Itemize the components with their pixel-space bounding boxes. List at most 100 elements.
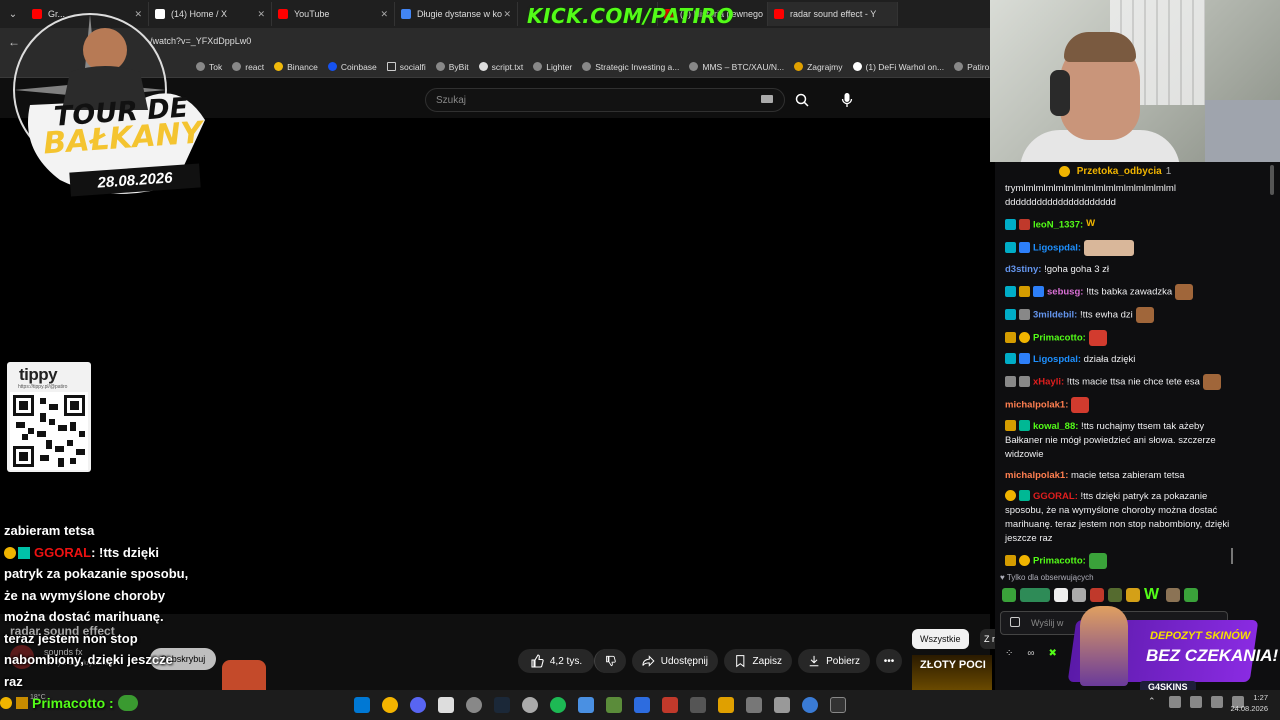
search-input[interactable]: Szukaj <box>425 88 785 112</box>
share-button[interactable]: Udostępnij <box>632 649 718 673</box>
app-icon[interactable] <box>774 697 790 713</box>
chat-badge-icon <box>1005 375 1016 387</box>
followers-only-label: Tylko dla obserwujących <box>1006 573 1094 582</box>
like-button[interactable]: 4,2 tys. <box>518 649 594 673</box>
emote-icon[interactable] <box>1166 588 1180 602</box>
chat-username[interactable]: michalpolak1: <box>1005 470 1068 481</box>
app-icon[interactable] <box>746 697 762 713</box>
globe-icon <box>689 62 699 71</box>
file-explorer-icon[interactable] <box>718 697 734 713</box>
settings-dots-icon[interactable]: ⁘ <box>1005 648 1013 659</box>
share-label: Udostępnij <box>660 655 708 667</box>
close-tab-icon[interactable]: ✕ <box>380 9 388 20</box>
close-tab-icon[interactable]: ✕ <box>503 9 511 20</box>
followers-only-notice: ♥ Tylko dla obserwujących <box>1000 573 1094 582</box>
app-icon[interactable] <box>802 697 818 713</box>
bookmark[interactable]: Strategic Investing a... <box>582 62 679 72</box>
weather-widget[interactable]: 18°C <box>30 694 46 701</box>
refresh-app-icon[interactable] <box>522 697 538 713</box>
display-icon[interactable] <box>1211 696 1223 708</box>
bookmark[interactable]: Coinbase <box>327 62 377 72</box>
browser-tab-active[interactable]: radar sound effect - Y <box>768 2 898 26</box>
overlay-chat-line: można dostać marihuanę. <box>4 609 164 624</box>
save-button[interactable]: Zapisz <box>724 649 792 673</box>
app-icon[interactable] <box>690 697 706 713</box>
bookmark-label: Strategic Investing a... <box>595 61 680 72</box>
windows-start-icon[interactable] <box>354 697 370 713</box>
w-emote-icon[interactable]: W <box>1144 587 1162 603</box>
chat-emote-icon <box>1084 240 1135 256</box>
chat-username[interactable]: GGORAL: <box>1033 491 1078 502</box>
chat-username[interactable]: michalpolak1: <box>1005 400 1068 411</box>
infinity-icon[interactable]: ∞ <box>1027 648 1034 659</box>
emote-picker-icon[interactable] <box>1010 617 1020 627</box>
emote-icon[interactable] <box>1020 588 1050 602</box>
more-actions-button[interactable]: ••• <box>876 649 902 673</box>
chat-username[interactable]: xHayli: <box>1033 377 1064 388</box>
steam-icon[interactable] <box>494 697 510 713</box>
bookmark[interactable]: (1) DeFi Warhol on... <box>852 62 944 72</box>
overlay-chat-line: patryk za pokazanie sposobu, <box>4 566 189 581</box>
chat-username[interactable]: Primacotto: <box>1033 333 1086 344</box>
browser-tab[interactable]: Długie dystanse w ko ✕ <box>395 2 518 26</box>
chat-username[interactable]: Primacotto: <box>1033 556 1086 567</box>
bookmark[interactable]: Zagrajmy <box>794 62 843 72</box>
x-app-icon[interactable] <box>634 697 650 713</box>
obs-icon[interactable] <box>466 697 482 713</box>
chevron-up-icon[interactable]: ⌃ <box>1148 696 1160 708</box>
emote-icon[interactable] <box>1002 588 1016 602</box>
keyboard-icon[interactable] <box>761 95 773 103</box>
app-icon[interactable] <box>606 697 622 713</box>
chrome-icon[interactable] <box>382 697 398 713</box>
chat-username[interactable]: Ligospdal: <box>1033 354 1081 365</box>
chat-username[interactable]: 3mildebil: <box>1033 310 1077 321</box>
app-icon[interactable] <box>438 697 454 713</box>
chat-badge-icon <box>1019 490 1030 501</box>
chat-badge-icon <box>1019 420 1030 431</box>
download-button[interactable]: Pobierz <box>798 649 870 673</box>
coin-badge-icon <box>4 547 16 560</box>
chat-badge-icon <box>1005 308 1016 320</box>
bookmark[interactable]: Binance <box>274 62 318 72</box>
kick-logo-icon[interactable]: ✖ <box>1049 648 1057 659</box>
emote-icon[interactable] <box>1090 588 1104 602</box>
chat-scrollbar[interactable] <box>1270 165 1274 195</box>
taskbar-clock[interactable]: 1:27 24.08.2026 <box>1228 692 1268 714</box>
tippy-url: https://tippy.pl/@patiro <box>18 384 68 390</box>
chat-message: 3mildebil: !tts ewha dzi <box>1005 307 1230 323</box>
emote-icon[interactable] <box>1108 588 1122 602</box>
emote-icon[interactable] <box>1072 588 1086 602</box>
bookmark-folder[interactable]: socialfi <box>386 62 426 72</box>
emote-icon[interactable] <box>1126 588 1140 602</box>
recommended-video-thumbnail[interactable]: ZŁOTY POCI <box>912 655 992 690</box>
dislike-button[interactable] <box>594 649 626 673</box>
spotify-icon[interactable] <box>550 697 566 713</box>
chat-username[interactable]: leoN_1337: <box>1033 220 1083 231</box>
bookmark[interactable]: script.txt <box>478 62 523 72</box>
browser-tab[interactable]: YouTube ✕ <box>272 2 395 26</box>
close-tab-icon[interactable]: ✕ <box>257 9 265 20</box>
wifi-icon[interactable] <box>1169 696 1181 708</box>
emote-icon[interactable] <box>1184 588 1198 602</box>
app-icon[interactable] <box>578 697 594 713</box>
tab-label: YouTube <box>294 9 330 19</box>
app-icon[interactable] <box>662 697 678 713</box>
microphone-icon[interactable] <box>1190 696 1202 708</box>
bookmark[interactable]: ByBit <box>435 62 469 72</box>
save-label: Zapisz <box>752 655 782 667</box>
chat-username[interactable]: sebusg: <box>1047 287 1083 298</box>
chat-username[interactable]: Ligospdal: <box>1033 243 1081 254</box>
filter-chip-all[interactable]: Wszystkie <box>912 629 969 649</box>
search-button[interactable] <box>786 88 818 112</box>
voice-search-button[interactable] <box>834 87 860 113</box>
bookmark[interactable]: Lighter <box>533 62 572 72</box>
chat-username[interactable]: d3stiny: <box>1005 264 1041 275</box>
pinned-gift-banner[interactable]: Przetoka_odbycia 1 <box>995 162 1235 180</box>
discord-icon[interactable] <box>410 697 426 713</box>
emote-icon[interactable] <box>1054 588 1068 602</box>
chat-badge-icon <box>1005 554 1016 566</box>
bookmark[interactable]: react <box>232 62 264 72</box>
bookmark[interactable]: MMS – BTC/XAU/N... <box>689 62 784 72</box>
terminal-icon[interactable] <box>830 697 846 713</box>
chat-username[interactable]: kowal_88: <box>1033 421 1078 432</box>
